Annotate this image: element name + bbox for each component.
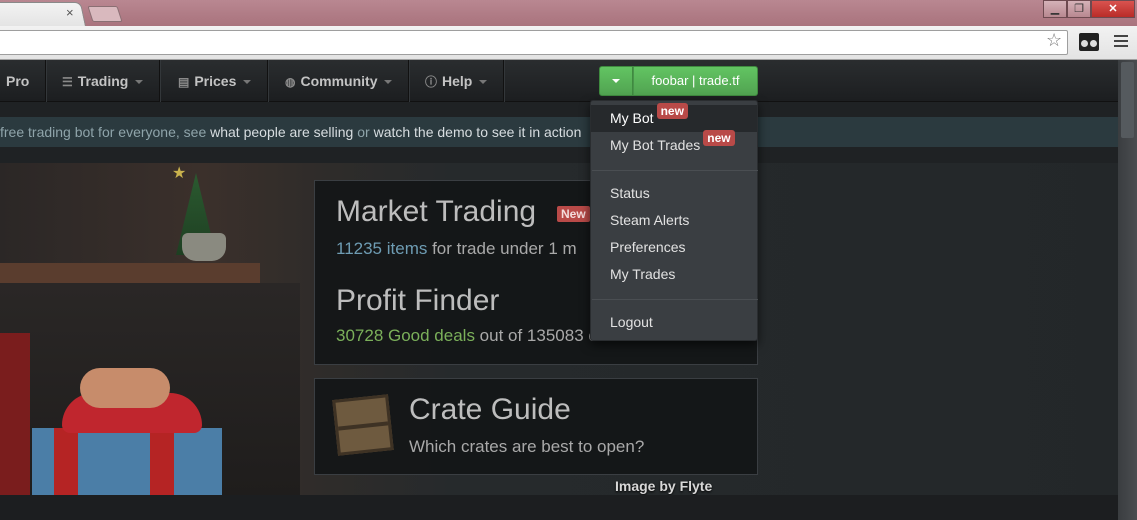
browser-menu-icon[interactable] — [1114, 35, 1128, 50]
list-icon: ☰ — [62, 75, 73, 89]
hero-hand — [80, 368, 170, 408]
nav-trading[interactable]: ☰ Trading — [46, 60, 161, 102]
info-icon: ⓘ — [425, 75, 438, 89]
bookmark-star-icon[interactable]: ☆ — [1046, 30, 1062, 51]
market-trading-title[interactable]: Market Trading — [336, 195, 536, 229]
menu-item-label: My Bot Trades — [610, 137, 701, 153]
tree-star-icon: ★ — [172, 165, 187, 182]
nav-help-label: Help — [442, 73, 473, 89]
market-items-text: for trade under 1 m — [427, 239, 577, 258]
good-deals-count[interactable]: 30728 Good deals — [336, 326, 475, 345]
info-banner: free trading bot for everyone, see what … — [0, 117, 1137, 147]
user-account-button[interactable]: foobar | trade.tf — [633, 66, 758, 96]
window-controls: ▁ ❐ ✕ — [1043, 0, 1135, 18]
extension-icon[interactable] — [1079, 33, 1099, 51]
demo-link[interactable]: watch the demo to see it in action — [374, 124, 582, 140]
gift-ribbon — [54, 428, 78, 495]
menu-item-logout[interactable]: Logout — [591, 309, 757, 336]
menu-item-preferences[interactable]: Preferences — [591, 234, 757, 261]
close-window-button[interactable]: ✕ — [1091, 0, 1135, 18]
site-navbar: Pro ☰ Trading ▤ Prices ◍ Community ⓘ Help — [0, 60, 1137, 102]
crate-guide-subtitle: Which crates are best to open? — [409, 437, 645, 456]
nav-prices-label: Prices — [194, 73, 237, 89]
nav-trading-label: Trading — [77, 73, 129, 89]
banner-text-1: free trading bot for everyone, see — [0, 124, 211, 140]
menu-item-label: My Bot — [610, 110, 654, 126]
nav-pro[interactable]: Pro — [0, 60, 47, 102]
menu-item-my-trades[interactable]: My Trades — [591, 261, 757, 288]
menu-item-steam-alerts[interactable]: Steam Alerts — [591, 207, 757, 234]
chevron-down-icon — [612, 79, 620, 83]
new-tab-button[interactable] — [87, 6, 123, 22]
scrollbar-thumb[interactable] — [1121, 62, 1134, 138]
minimize-button[interactable]: ▁ — [1043, 0, 1067, 18]
user-dropdown-toggle[interactable] — [599, 66, 633, 96]
restore-button[interactable]: ❐ — [1067, 0, 1091, 18]
browser-tab-strip: × ▁ ❐ ✕ — [0, 0, 1137, 26]
menu-divider — [592, 299, 758, 300]
user-button-group: foobar | trade.tf — [599, 66, 758, 96]
hero-arm — [0, 333, 30, 495]
selling-link[interactable]: what people are selling — [210, 124, 353, 140]
globe-icon: ◍ — [285, 75, 296, 89]
crate-guide-panel[interactable]: Crate Guide Which crates are best to ope… — [314, 378, 758, 475]
table-icon: ▤ — [178, 75, 190, 89]
menu-divider — [592, 170, 758, 171]
market-items-line: 11235 items for trade under 1 m — [336, 239, 577, 259]
menu-item-my-bot[interactable]: My Bot new — [591, 103, 757, 132]
profit-finder-title[interactable]: Profit Finder — [336, 284, 499, 318]
chevron-down-icon — [384, 80, 393, 85]
close-tab-icon[interactable]: × — [66, 5, 74, 20]
new-badge: new — [656, 103, 688, 119]
nav-community[interactable]: ◍ Community — [269, 60, 410, 102]
nav-pro-label: Pro — [6, 73, 30, 89]
banner-text-2: or — [353, 124, 374, 140]
address-bar[interactable] — [0, 30, 1068, 55]
nav-help[interactable]: ⓘ Help — [409, 60, 505, 102]
menu-item-status[interactable]: Status — [591, 180, 757, 207]
tree-pot — [182, 233, 226, 261]
user-dropdown-menu: My Bot new My Bot Trades new Status Steam … — [590, 100, 758, 341]
chevron-down-icon — [135, 80, 144, 85]
crate-icon — [332, 394, 394, 456]
chevron-down-icon — [479, 80, 488, 85]
image-credit: Image by Flyte — [615, 478, 713, 494]
market-item-count[interactable]: 11235 items — [336, 239, 427, 258]
nav-prices[interactable]: ▤ Prices — [162, 60, 269, 102]
new-badge: New — [557, 206, 590, 222]
gift-ribbon — [150, 428, 174, 495]
bottom-band — [0, 495, 1137, 520]
hero-shelf — [0, 263, 260, 283]
browser-toolbar: ☆ — [0, 26, 1137, 60]
new-badge: new — [703, 130, 735, 146]
crate-guide-title[interactable]: Crate Guide — [409, 393, 571, 427]
chevron-down-icon — [243, 80, 252, 85]
menu-item-my-bot-trades[interactable]: My Bot Trades new — [591, 130, 757, 159]
nav-community-label: Community — [300, 73, 378, 89]
